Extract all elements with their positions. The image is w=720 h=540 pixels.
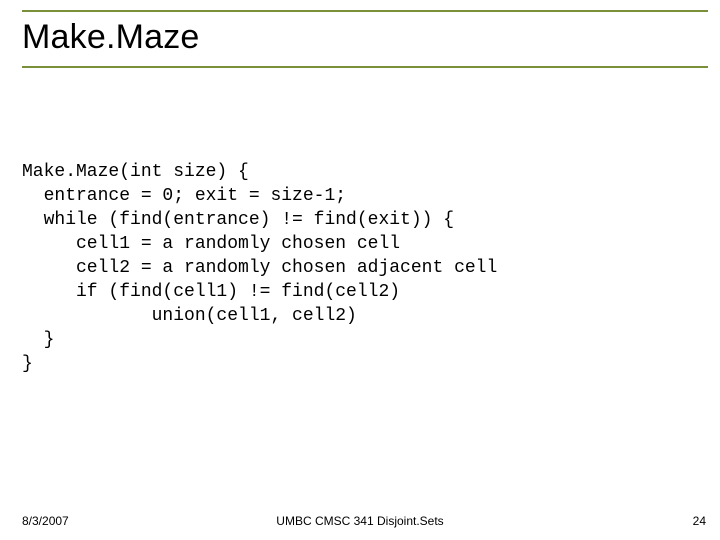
slide-title: Make.Maze [22, 18, 200, 57]
footer: 8/3/2007 UMBC CMSC 341 Disjoint.Sets 24 [0, 510, 720, 528]
title-wrap: Make.Maze [22, 18, 200, 57]
code-block: Make.Maze(int size) { entrance = 0; exit… [22, 160, 497, 376]
footer-center: UMBC CMSC 341 Disjoint.Sets [0, 514, 720, 528]
slide: Make.Maze Make.Maze(int size) { entrance… [0, 0, 720, 540]
title-rule-top [22, 10, 708, 12]
footer-page-number: 24 [693, 514, 706, 528]
title-rule-bottom [22, 66, 708, 68]
